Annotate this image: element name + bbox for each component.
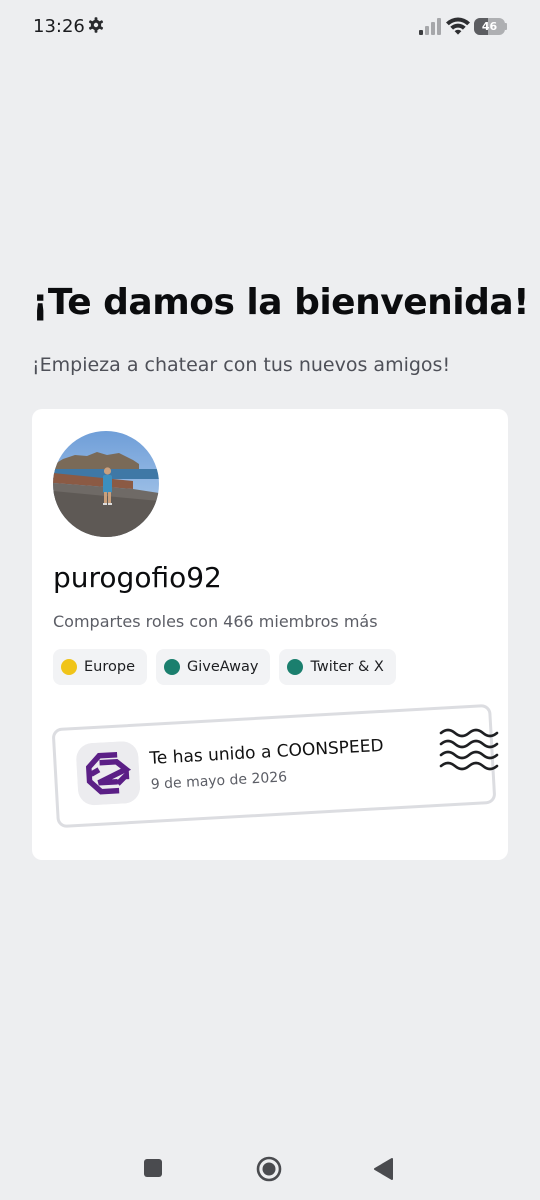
server-join-ticket: Te has unido a COONSPEED 9 de mayo de 20… [51,703,497,829]
shared-roles-text: Compartes roles con 466 miembros más [53,612,378,631]
roles-list: Europe GiveAway Twiter & X [53,649,396,685]
role-label: Twiter & X [310,659,384,675]
avatar[interactable] [53,431,159,537]
recent-apps-button[interactable] [144,1159,162,1177]
role-chip-giveaway[interactable]: GiveAway [156,649,271,685]
username: purogofio92 [53,561,222,594]
postmark-waves-icon [439,728,499,771]
status-bar: 13:26 46 [0,0,540,54]
gear-icon [88,17,104,33]
role-chip-twiter[interactable]: Twiter & X [279,649,396,685]
role-label: Europe [84,659,135,675]
role-color-dot [164,659,180,675]
page-subtitle: ¡Empieza a chatear con tus nuevos amigos… [32,354,451,376]
server-logo-icon [75,740,141,806]
role-chip-europe[interactable]: Europe [53,649,147,685]
page-title: ¡Te damos la bienvenida! [32,282,530,323]
role-label: GiveAway [187,659,259,675]
joined-server-text: Te has unido a COONSPEED [148,735,385,769]
role-color-dot [287,659,304,675]
wifi-icon [446,17,470,35]
profile-card: purogofio92 Compartes roles con 466 miem… [32,409,508,860]
navigation-bar [0,1130,540,1200]
role-color-dot [61,659,77,675]
signal-icon [419,18,441,35]
back-button[interactable] [372,1157,394,1181]
status-time: 13:26 [33,16,85,37]
joined-date: 9 de mayo de 2026 [150,769,288,793]
battery-cap [505,23,507,30]
battery-icon: 46 [474,18,505,35]
home-button[interactable] [256,1156,282,1182]
battery-level: 46 [481,20,498,33]
